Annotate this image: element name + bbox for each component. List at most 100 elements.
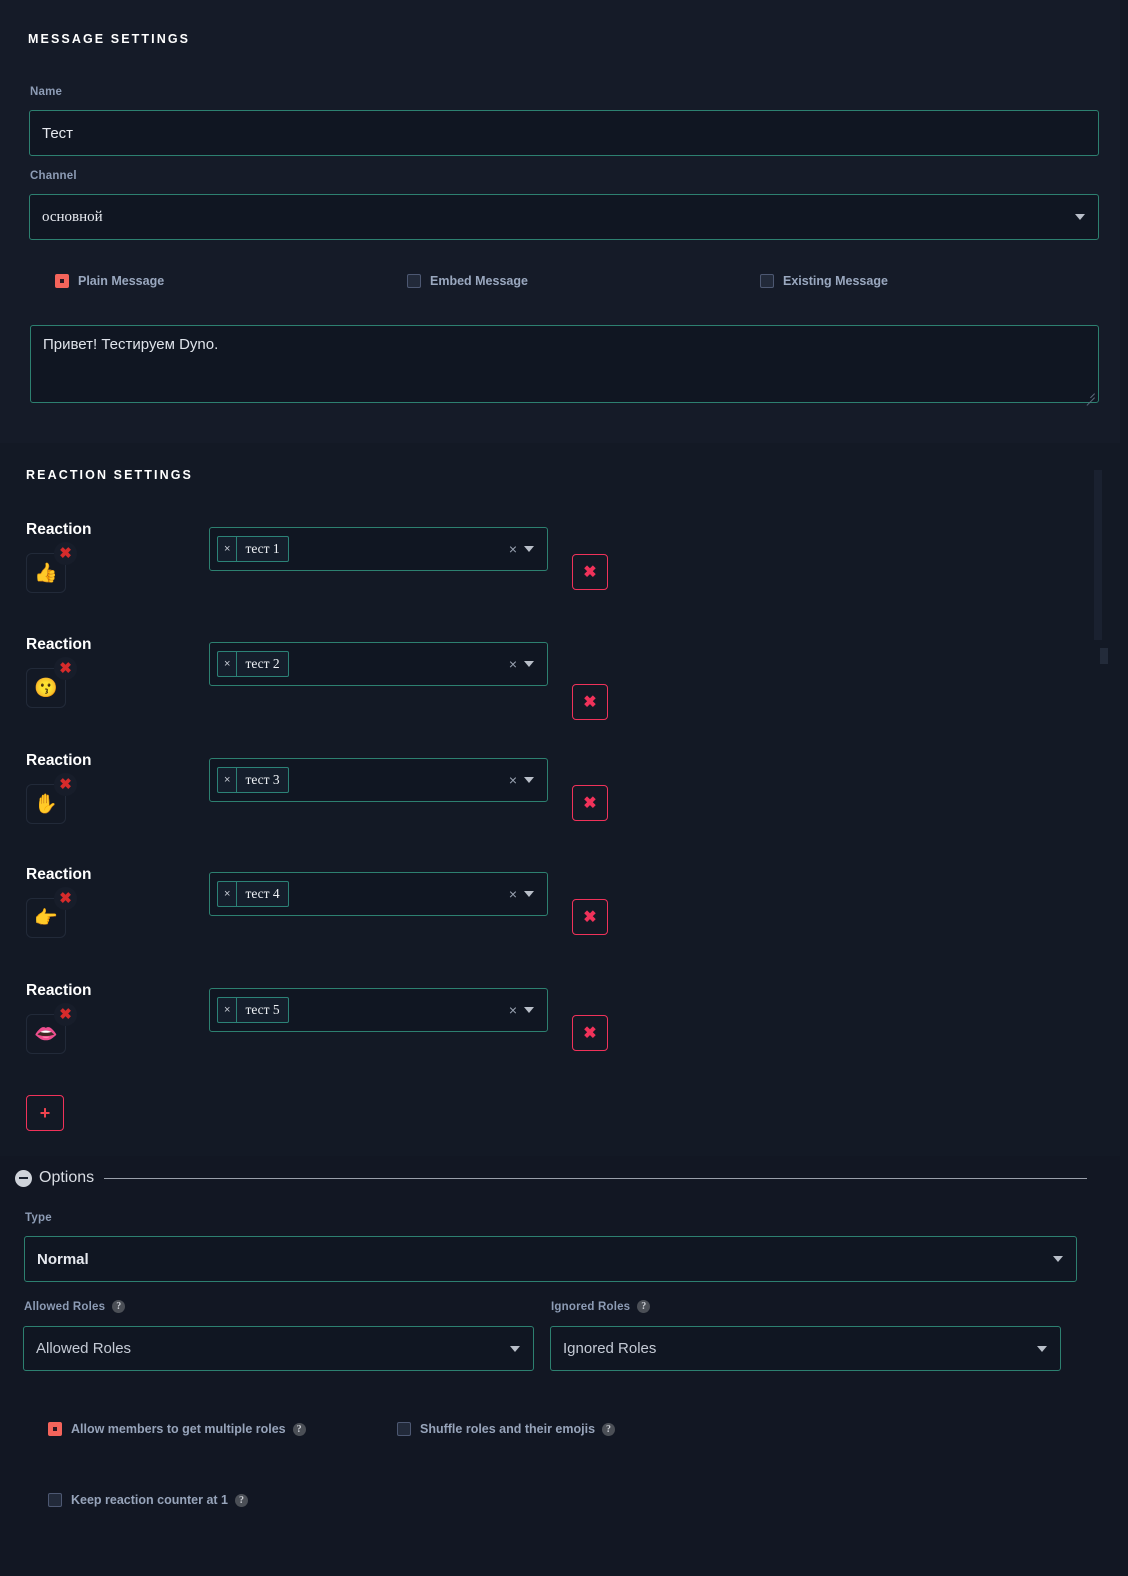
role-token-label: тест 2	[245, 656, 280, 671]
remove-emoji-icon[interactable]: ✖	[54, 542, 77, 565]
role-token-remove-icon[interactable]: ×	[218, 652, 238, 676]
ignored-roles-value: Ignored Roles	[563, 1340, 657, 1357]
role-chevron-down-icon[interactable]	[524, 1007, 534, 1013]
existing-message-label: Existing Message	[783, 274, 888, 288]
role-token-remove-icon[interactable]: ×	[218, 882, 238, 906]
scrollbar-thumb[interactable]	[1094, 470, 1102, 640]
help-icon[interactable]: ?	[235, 1493, 248, 1507]
add-reaction-button[interactable]: +	[26, 1095, 64, 1131]
close-icon: ✖	[583, 564, 597, 581]
help-icon[interactable]: ?	[637, 1300, 651, 1313]
emoji-picker-button[interactable]: 👍 ✖	[26, 542, 77, 593]
role-token-label: тест 1	[245, 541, 280, 556]
role-token[interactable]: × тест 1	[217, 536, 289, 562]
remove-emoji-icon[interactable]: ✖	[54, 1003, 77, 1026]
role-clear-icon[interactable]: ×	[502, 542, 524, 556]
role-clear-icon[interactable]: ×	[502, 887, 524, 901]
remove-emoji-icon[interactable]: ✖	[54, 773, 77, 796]
role-chevron-down-icon[interactable]	[524, 546, 534, 552]
reaction-role-select[interactable]: × тест 2 ×	[209, 642, 548, 686]
ignored-roles-select[interactable]: Ignored Roles	[550, 1326, 1061, 1371]
emoji-picker-button[interactable]: 👉 ✖	[26, 887, 77, 938]
allowed-roles-select[interactable]: Allowed Roles	[23, 1326, 534, 1371]
collapse-minus-icon[interactable]	[15, 1169, 32, 1187]
reaction-role-select[interactable]: × тест 3 ×	[209, 758, 548, 802]
role-token-remove-icon[interactable]: ×	[218, 998, 238, 1022]
role-chevron-down-icon[interactable]	[524, 891, 534, 897]
role-token[interactable]: × тест 4	[217, 881, 289, 907]
name-label: Name	[30, 86, 63, 98]
emoji-picker-button[interactable]: 👄 ✖	[26, 1003, 77, 1054]
allowed-roles-chevron-down-icon[interactable]	[510, 1345, 520, 1352]
emoji-picker-button[interactable]: ✋ ✖	[26, 773, 77, 824]
options-header[interactable]: Options	[15, 1169, 1087, 1187]
delete-reaction-button[interactable]: ✖	[572, 684, 608, 720]
keep-counter-row[interactable]: Keep reaction counter at 1 ?	[48, 1493, 248, 1507]
channel-chevron-down-icon[interactable]	[1075, 214, 1085, 220]
message-body-wrapper	[30, 325, 1099, 403]
remove-emoji-icon[interactable]: ✖	[54, 657, 77, 680]
role-chevron-down-icon[interactable]	[524, 777, 534, 783]
reaction-role-select[interactable]: × тест 4 ×	[209, 872, 548, 916]
plain-message-checkbox[interactable]	[55, 274, 69, 288]
reaction-role-select[interactable]: × тест 1 ×	[209, 527, 548, 571]
help-icon[interactable]: ?	[602, 1422, 616, 1436]
reaction-role-select[interactable]: × тест 5 ×	[209, 988, 548, 1032]
allow-multiple-roles-row[interactable]: Allow members to get multiple roles ?	[48, 1422, 306, 1436]
type-select-value: Normal	[37, 1250, 89, 1268]
raised-hand-emoji: ✋	[34, 793, 58, 815]
allowed-roles-label-group: Allowed Roles ?	[24, 1300, 126, 1313]
reaction-row-label: Reaction	[26, 752, 92, 769]
plus-icon: +	[39, 1102, 51, 1123]
delete-reaction-button[interactable]: ✖	[572, 554, 608, 590]
kissing-face-emoji: 😗	[34, 677, 58, 699]
name-input[interactable]	[29, 110, 1099, 156]
role-token-remove-icon[interactable]: ×	[218, 537, 238, 561]
keep-counter-checkbox[interactable]	[48, 1493, 62, 1507]
role-token[interactable]: × тест 3	[217, 767, 289, 793]
thumbs-up-emoji: 👍	[34, 562, 58, 584]
pointing-right-emoji: 👉	[34, 907, 58, 929]
ignored-roles-chevron-down-icon[interactable]	[1037, 1345, 1047, 1352]
existing-message-checkbox[interactable]	[760, 274, 774, 288]
embed-message-checkbox[interactable]	[407, 274, 421, 288]
role-chevron-down-icon[interactable]	[524, 661, 534, 667]
type-select[interactable]: Normal	[24, 1236, 1077, 1282]
role-token-remove-icon[interactable]: ×	[218, 768, 238, 792]
keep-counter-label: Keep reaction counter at 1	[71, 1493, 228, 1507]
allowed-roles-label: Allowed Roles	[24, 1300, 106, 1313]
delete-reaction-button[interactable]: ✖	[572, 785, 608, 821]
message-settings-panel: MESSAGE SETTINGS Name Channel основной c…	[0, 0, 1120, 443]
shuffle-roles-row[interactable]: Shuffle roles and their emojis ?	[397, 1422, 616, 1436]
channel-select-value: основной	[42, 208, 103, 225]
role-token[interactable]: × тест 2	[217, 651, 289, 677]
role-clear-icon[interactable]: ×	[502, 657, 524, 671]
reaction-settings-title: REACTION SETTINGS	[26, 468, 193, 482]
close-icon: ✖	[583, 1025, 597, 1042]
embed-message-label: Embed Message	[430, 274, 528, 288]
role-clear-icon[interactable]: ×	[502, 773, 524, 787]
reaction-row-label: Reaction	[26, 636, 92, 653]
remove-emoji-icon[interactable]: ✖	[54, 887, 77, 910]
emoji-picker-button[interactable]: 😗 ✖	[26, 657, 77, 708]
allow-multiple-roles-label: Allow members to get multiple roles	[71, 1422, 286, 1436]
role-clear-icon[interactable]: ×	[502, 1003, 524, 1017]
delete-reaction-button[interactable]: ✖	[572, 1015, 608, 1051]
message-body-textarea[interactable]	[30, 325, 1099, 403]
scrollbar-track[interactable]	[1100, 648, 1108, 664]
allow-multiple-roles-checkbox[interactable]	[48, 1422, 62, 1436]
options-title: Options	[39, 1169, 95, 1186]
mode-embed-message[interactable]: Embed Message	[407, 274, 528, 288]
channel-label: Channel	[30, 170, 77, 182]
mode-plain-message[interactable]: Plain Message	[55, 274, 164, 288]
type-chevron-down-icon[interactable]	[1053, 1256, 1063, 1262]
role-token[interactable]: × тест 5	[217, 997, 289, 1023]
mode-existing-message[interactable]: Existing Message	[760, 274, 888, 288]
help-icon[interactable]: ?	[112, 1300, 126, 1313]
help-icon[interactable]: ?	[292, 1422, 306, 1436]
plain-message-label: Plain Message	[78, 274, 165, 288]
channel-select[interactable]: основной close-icon	[29, 194, 1099, 240]
reaction-row-label: Reaction	[26, 521, 92, 538]
delete-reaction-button[interactable]: ✖	[572, 899, 608, 935]
shuffle-roles-checkbox[interactable]	[397, 1422, 411, 1436]
